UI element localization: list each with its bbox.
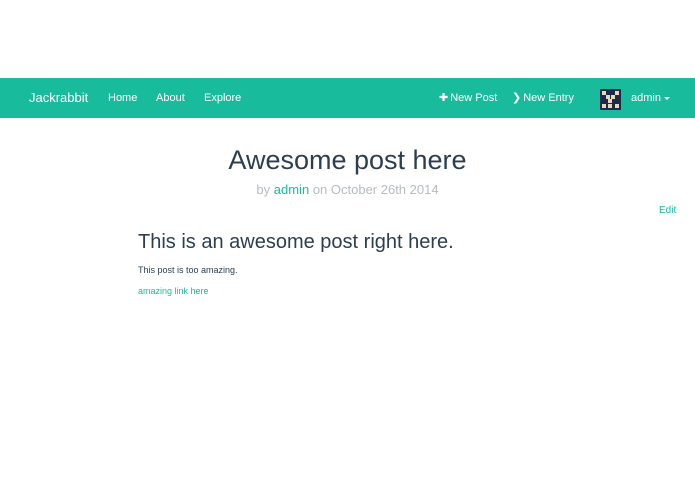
new-post-link[interactable]: ✚ New Post: [439, 78, 497, 118]
by-label: by: [256, 182, 271, 197]
plus-icon: ✚: [439, 92, 449, 104]
new-entry-link[interactable]: ❯ New Entry: [512, 78, 574, 118]
content-text: This post is too amazing.: [138, 265, 238, 275]
new-post-label: New Post: [450, 92, 498, 104]
brand-link[interactable]: Jackrabbit: [29, 78, 88, 118]
content-heading: This is an awesome post right here.: [138, 231, 454, 253]
chevron-right-icon: ❯: [512, 92, 522, 104]
post-byline: by admin on October 26th 2014: [0, 182, 695, 197]
content-link[interactable]: amazing link here: [138, 286, 209, 296]
edit-link[interactable]: Edit: [659, 205, 676, 216]
post-title: Awesome post here: [228, 145, 467, 175]
nav-about-link[interactable]: About: [156, 78, 185, 118]
user-menu-toggle[interactable]: admin: [631, 78, 670, 118]
nav-explore-link[interactable]: Explore: [204, 78, 241, 118]
caret-down-icon: [663, 96, 670, 100]
avatar[interactable]: [600, 89, 621, 110]
user-name: admin: [631, 92, 661, 104]
navbar: Jackrabbit Home About Explore ✚ New Post …: [0, 78, 695, 118]
new-entry-label: New Entry: [523, 92, 574, 104]
post-date: on October 26th 2014: [312, 182, 439, 197]
nav-home-link[interactable]: Home: [108, 78, 137, 118]
author-link[interactable]: admin: [274, 182, 309, 197]
